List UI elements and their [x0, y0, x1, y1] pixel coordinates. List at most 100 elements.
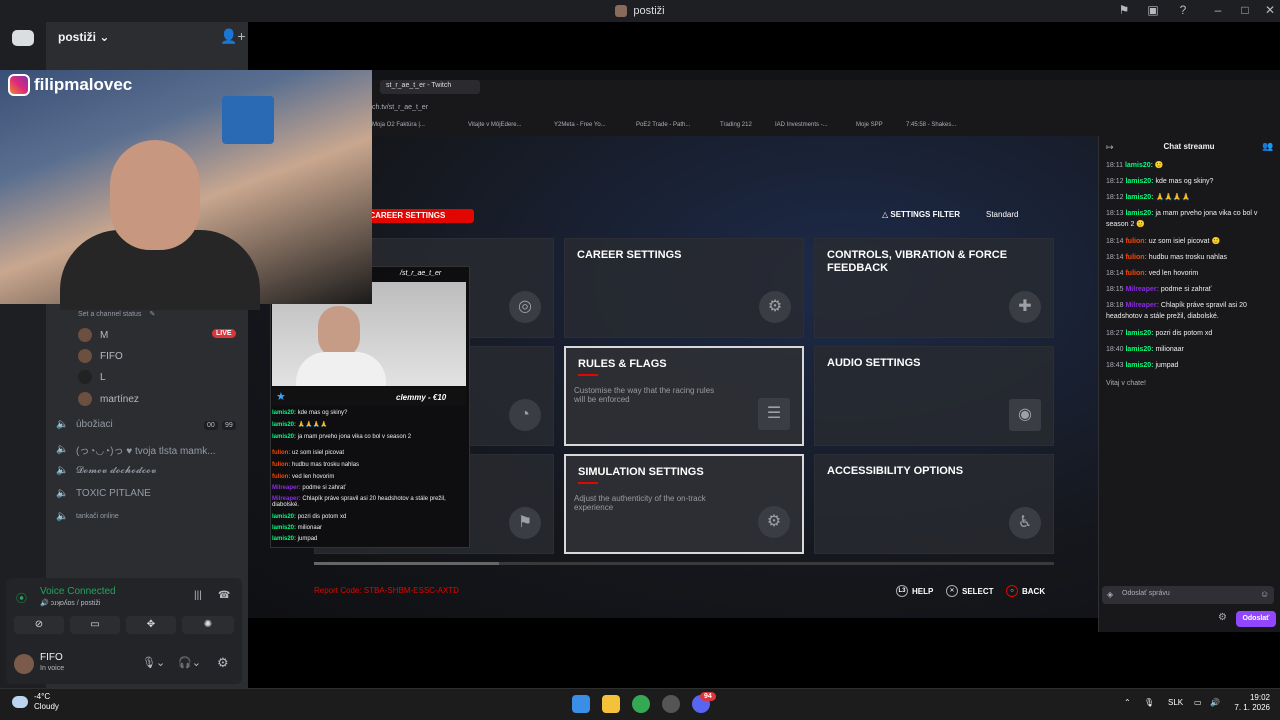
screen-share-button[interactable]: ▭ — [70, 616, 120, 634]
chat-user[interactable]: fulion: — [1125, 238, 1146, 245]
chrome-icon[interactable] — [632, 695, 650, 713]
chat-user[interactable]: lamis20: — [272, 536, 296, 542]
users-icon[interactable]: 👥 — [1262, 141, 1273, 152]
channel-status[interactable]: Set a channel status ✎ — [78, 310, 155, 319]
voice-channel[interactable]: 🔈 (っ◔◡◔)っ ♥ tvoja tlsta mamk... — [56, 442, 216, 457]
channel-label: (っ◔◡◔)っ ♥ tvoja tlsta mamk... — [76, 446, 216, 457]
accessibility-tile[interactable]: ACCESSIBILITY OPTIONS ♿ — [814, 454, 1054, 554]
chat-line: fulion: ved len hovorim — [272, 474, 334, 480]
disconnect-icon[interactable]: ☎ — [218, 590, 230, 601]
chat-user[interactable]: lamis20: — [272, 514, 296, 520]
bookmark[interactable]: Y2Meta - Free Yo... — [554, 122, 606, 128]
url-bar[interactable]: ch.tv/st_r_ae_t_er — [372, 104, 428, 111]
chat-user[interactable]: lamis20: — [272, 525, 296, 531]
invite-icon[interactable]: 👤+ — [220, 28, 246, 45]
chat-settings-icon[interactable]: ⚙ — [1218, 612, 1227, 623]
voice-user[interactable]: FIFO — [78, 349, 123, 363]
emote-icon[interactable]: ☺ — [1260, 589, 1269, 599]
title-bar: postiži ⚑ ▣ ? – □ ✕ — [0, 0, 1280, 22]
avatar[interactable] — [14, 654, 34, 674]
camera-off-button[interactable]: ⊘ — [14, 616, 64, 634]
voice-user[interactable]: M — [78, 328, 108, 342]
close-button[interactable]: ✕ — [1262, 3, 1278, 17]
bookmark[interactable]: Moje SPP — [856, 122, 883, 128]
audio-settings-tile[interactable]: AUDIO SETTINGS ◉ — [814, 346, 1054, 446]
career-settings-tile[interactable]: CAREER SETTINGS ⚙ — [564, 238, 804, 338]
voice-channel[interactable]: 🔈 TOXIC PITLANE — [56, 488, 151, 499]
donation-text: clemmy - €10 — [396, 393, 447, 402]
chat-user[interactable]: lamis20: — [1125, 162, 1153, 169]
voice-status[interactable]: Voice Connected — [40, 586, 116, 597]
back-hint[interactable]: ○ BACK — [1006, 585, 1045, 597]
mic-icon[interactable]: 🎙⌄ — [142, 656, 165, 669]
chat-user[interactable]: fulion: — [1125, 270, 1146, 277]
chat-message: 18:13 lamis20: ja mam prveho jona vika c… — [1106, 208, 1276, 230]
voice-user[interactable]: martínez — [78, 392, 139, 406]
chat-user[interactable]: lamis20: — [1125, 330, 1153, 337]
soundboard-button[interactable]: ✺ — [182, 616, 234, 634]
chat-user[interactable]: lamis20: — [1125, 194, 1153, 201]
send-button[interactable]: Odoslať — [1236, 611, 1276, 627]
voice-channel[interactable]: 🔈 úbožiaci — [56, 419, 113, 430]
inbox-icon[interactable]: ⚑ — [1116, 3, 1132, 17]
chat-user[interactable]: lamis20: — [1125, 346, 1153, 353]
settings-filter[interactable]: △ SETTINGS FILTER — [882, 210, 960, 219]
select-hint[interactable]: ✕ SELECT — [946, 585, 994, 597]
chat-user[interactable]: fulion: — [272, 474, 290, 480]
chat-user[interactable]: fulion: — [272, 450, 290, 456]
weather-widget[interactable]: -4°C Cloudy — [12, 692, 59, 712]
chat-user[interactable]: fulion: — [272, 462, 290, 468]
app-icon[interactable] — [662, 695, 680, 713]
browser-tab[interactable]: st_r_ae_t_er - Twitch — [380, 80, 480, 94]
simulation-settings-tile[interactable]: SIMULATION SETTINGS Adjust the authentici… — [564, 454, 804, 554]
chat-input[interactable]: Odoslať správu — [1102, 586, 1274, 604]
chat-user[interactable]: lamis20: — [272, 410, 296, 416]
bookmark[interactable]: Trading 212 — [720, 122, 752, 128]
file-explorer-icon[interactable] — [602, 695, 620, 713]
chat-user[interactable]: Milreaper: — [272, 485, 301, 491]
chat-user[interactable]: lamis20: — [1125, 210, 1153, 217]
clock[interactable]: 19:02 7. 1. 2026 — [1226, 693, 1270, 713]
bits-icon[interactable]: ◈ — [1107, 590, 1113, 599]
chat-user[interactable]: lamis20: — [1125, 362, 1153, 369]
mic-tray-icon[interactable]: 🎙 — [1144, 698, 1154, 707]
language-indicator[interactable]: SLK — [1168, 698, 1183, 707]
controls-tile[interactable]: CONTROLS, VIBRATION & FORCE FEEDBACK ✚ — [814, 238, 1054, 338]
screen-icon[interactable]: ▣ — [1145, 3, 1161, 17]
bookmark[interactable]: 7:45:58 - Shakes... — [906, 122, 956, 128]
settings-gear-icon[interactable]: ⚙ — [217, 655, 229, 671]
chat-user[interactable]: fulion: — [1125, 254, 1146, 261]
chat-user[interactable]: lamis20: — [272, 434, 296, 440]
rules-flags-tile[interactable]: RULES & FLAGS Customise the way that the … — [564, 346, 804, 446]
discord-home-icon[interactable] — [12, 30, 34, 46]
minimize-button[interactable]: – — [1210, 3, 1226, 17]
help-hint[interactable]: L3 HELP — [896, 585, 933, 597]
headphones-icon[interactable]: 🎧⌄ — [178, 656, 201, 669]
tray-chevron-icon[interactable]: ⌃ — [1124, 698, 1131, 707]
voice-channel[interactable]: 🔈 𝓓𝓸𝓶𝓸𝓿 𝓭𝓸𝓬𝓱𝓸𝓭𝓬𝓸𝓿 — [56, 465, 156, 476]
activities-button[interactable]: ✥ — [126, 616, 176, 634]
chat-user[interactable]: Milreaper: — [1125, 286, 1158, 293]
filter-value[interactable]: Standard — [986, 210, 1018, 219]
chat-user[interactable]: lamis20: — [272, 422, 296, 428]
bookmark[interactable]: Vitajte v MôjEdere... — [468, 122, 522, 128]
bookmark[interactable]: IAD Investments -... — [775, 122, 828, 128]
server-name[interactable]: postiži ⌄ — [58, 30, 109, 44]
network-icon[interactable]: ▭ — [1194, 698, 1202, 707]
help-icon[interactable]: ? — [1175, 3, 1191, 17]
chat-line: Milreaper: podme si zahrať — [272, 485, 346, 491]
cross-icon: ✕ — [946, 585, 958, 597]
volume-icon[interactable]: 🔊 — [1210, 698, 1220, 707]
voice-location[interactable]: 🔊 ɔɹʞɒʎɒs / postiži — [40, 599, 100, 607]
bookmark[interactable]: Moja O2 Faktúra |... — [372, 122, 425, 128]
maximize-button[interactable]: □ — [1237, 3, 1253, 17]
bookmark[interactable]: PoE2 Trade - Path... — [636, 122, 690, 128]
signal-icon[interactable]: ⦿ — [16, 590, 27, 606]
chat-user[interactable]: Milreaper: — [1125, 302, 1158, 309]
user-status: In voice — [40, 665, 65, 672]
noise-suppression-icon[interactable]: ||| — [194, 590, 202, 601]
start-icon[interactable] — [572, 695, 590, 713]
chat-user[interactable]: lamis20: — [1125, 178, 1153, 185]
voice-channel[interactable]: 🔈 tankači online — [56, 511, 119, 522]
voice-user[interactable]: L — [78, 370, 106, 384]
